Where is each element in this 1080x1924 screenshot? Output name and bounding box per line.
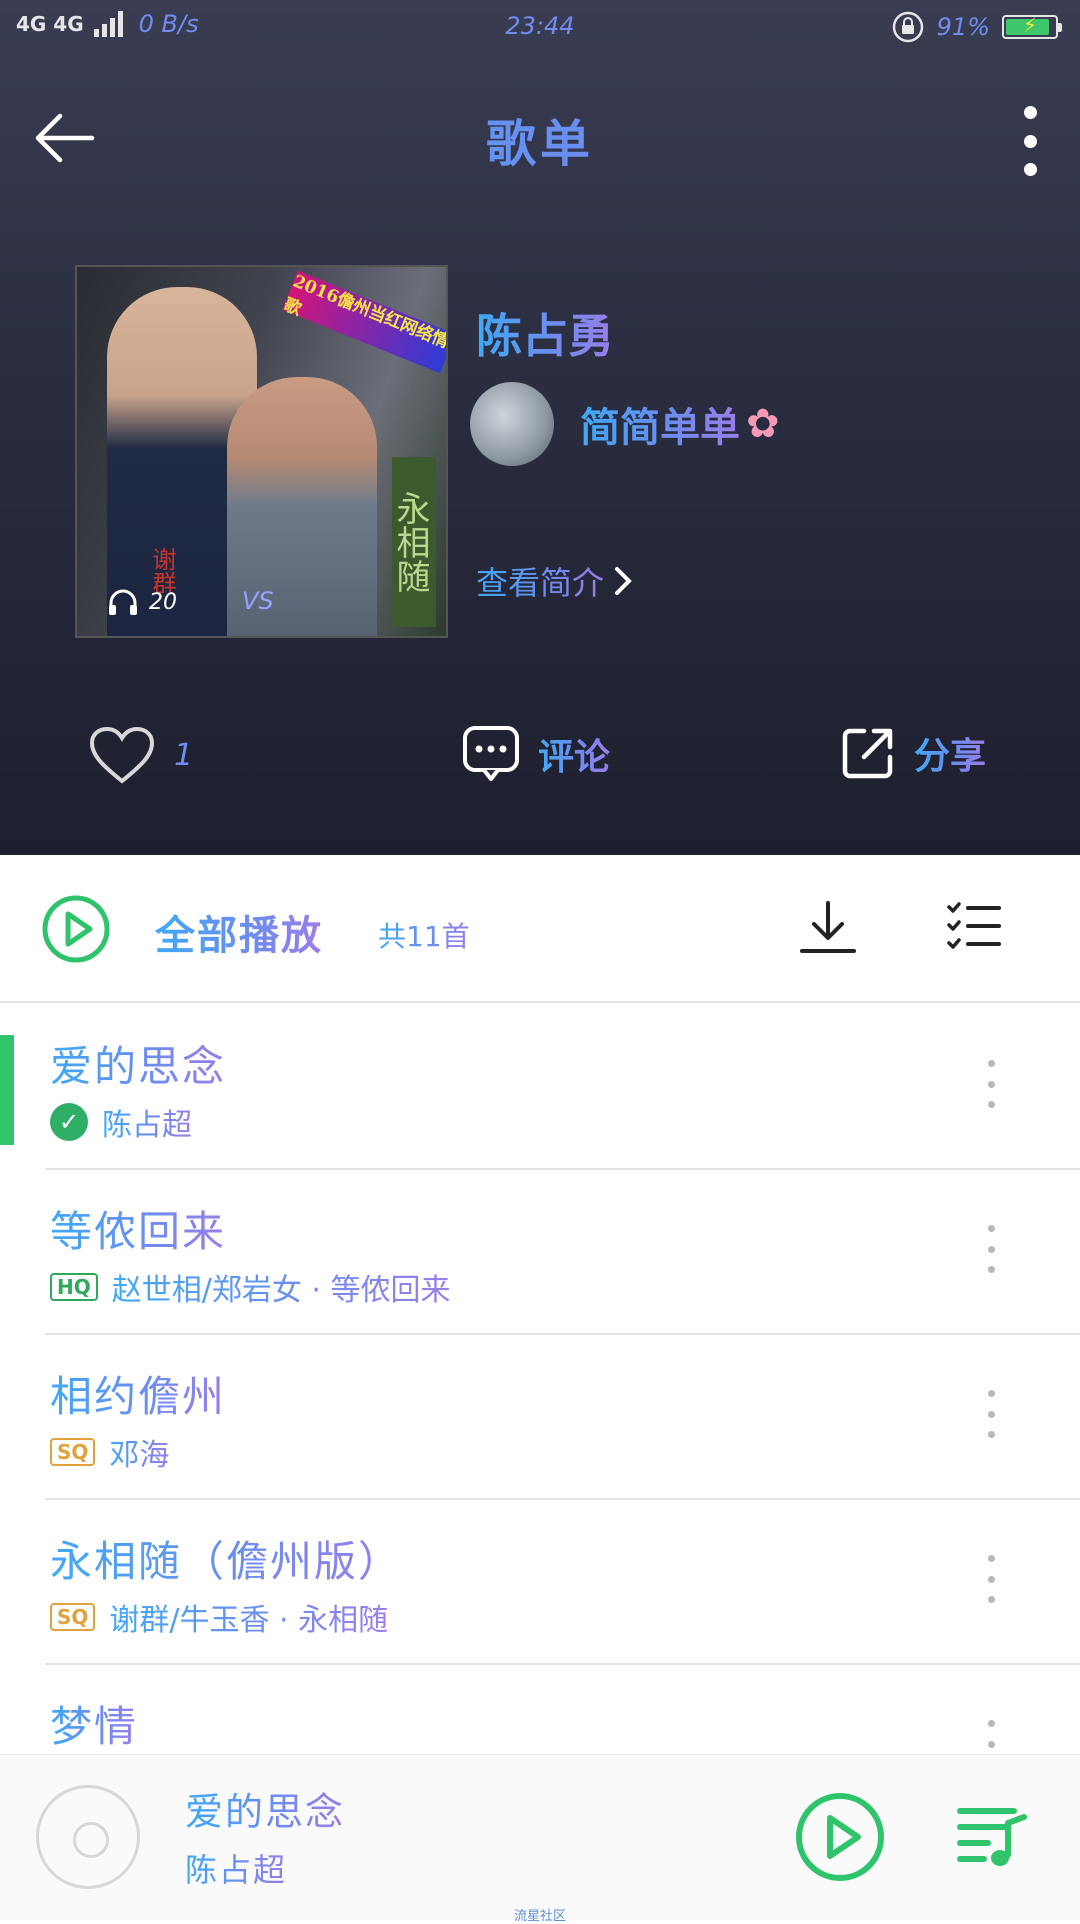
like-button[interactable]: 1	[88, 725, 193, 785]
heart-icon	[89, 726, 155, 784]
playlist-cover[interactable]: 2016儋州当红网络情歌 永相随 谢群 VS 20	[75, 265, 448, 638]
play-all-bar: 全部播放 共11首	[0, 855, 1080, 1003]
more-dot-icon	[1023, 163, 1037, 176]
comment-button[interactable]: 评论	[462, 725, 610, 783]
play-all-label[interactable]: 全部播放	[155, 903, 323, 961]
play-circle-icon	[796, 1793, 884, 1881]
cover-vertical-text: 永相随	[390, 457, 436, 627]
more-dot-icon	[987, 1596, 995, 1603]
quality-badge: SQ	[50, 1438, 96, 1466]
multi-select-button[interactable]	[946, 899, 1002, 959]
creator-avatar[interactable]	[470, 382, 554, 466]
song-artist: 谢群/牛玉香 · 永相随	[109, 1595, 388, 1639]
checklist-icon	[947, 902, 1001, 949]
downloaded-check-icon: ✓	[50, 1103, 88, 1141]
view-intro-label: 查看简介	[476, 558, 604, 604]
more-dot-icon	[987, 1555, 995, 1562]
song-subtitle-row: HQ 赵世相/郑岩女 · 等侬回来	[50, 1265, 450, 1309]
song-title: 永相随（儋州版）	[50, 1528, 402, 1589]
more-dot-icon	[1023, 106, 1037, 119]
more-dot-icon	[987, 1245, 995, 1253]
battery-icon: ⚡	[1002, 13, 1062, 39]
mini-player[interactable]: 爱的思念 陈占超 流星社区	[0, 1754, 1080, 1924]
share-label: 分享	[914, 727, 986, 779]
song-title: 梦情	[50, 1693, 138, 1754]
mini-play-button[interactable]	[794, 1791, 886, 1887]
rotation-lock-icon	[892, 11, 923, 43]
more-options-button[interactable]	[998, 106, 1062, 176]
song-row[interactable]: 爱的思念 ✓ 陈占超	[0, 1005, 1080, 1170]
more-dot-icon	[987, 1266, 995, 1273]
chevron-right-icon	[615, 567, 632, 595]
share-icon	[842, 728, 893, 779]
creator-name-wrap: 简简单单 ✿	[580, 395, 780, 453]
now-playing-title: 爱的思念	[185, 1781, 345, 1836]
comment-icon	[463, 726, 519, 781]
status-bar: 4G 4G 0 B/s 23:44 91% ⚡	[0, 0, 1080, 52]
more-dot-icon	[987, 1225, 995, 1232]
page-title: 歌单	[0, 104, 1080, 176]
song-more-button[interactable]	[985, 1555, 997, 1603]
download-button[interactable]	[798, 899, 858, 961]
charging-icon: ⚡	[1022, 13, 1038, 37]
now-playing-indicator	[0, 1035, 14, 1145]
more-dot-icon	[987, 1060, 995, 1067]
comment-label: 评论	[538, 728, 610, 780]
quality-badge: SQ	[50, 1603, 96, 1631]
watermark: 流星社区	[513, 1909, 566, 1924]
song-subtitle-row: ✓ 陈占超	[50, 1100, 192, 1144]
song-artist: 邓海	[109, 1430, 169, 1474]
more-dot-icon	[1023, 134, 1037, 148]
creator-name: 简简单单	[580, 395, 740, 453]
more-dot-icon	[987, 1390, 995, 1397]
song-row[interactable]: 永相随（儋州版） SQ 谢群/牛玉香 · 永相随	[0, 1500, 1080, 1665]
battery-percent: 91%	[936, 13, 990, 41]
song-subtitle-row: SQ 邓海	[50, 1430, 169, 1474]
play-count: 20	[107, 587, 177, 617]
song-artist: 陈占超	[102, 1100, 192, 1144]
play-count-value: 20	[149, 589, 177, 615]
playlist-name: 陈占勇	[476, 300, 614, 366]
song-title: 爱的思念	[50, 1033, 226, 1094]
more-dot-icon	[987, 1575, 995, 1583]
play-all-button[interactable]	[40, 893, 112, 969]
more-dot-icon	[987, 1740, 995, 1748]
play-circle-icon	[42, 895, 110, 963]
playlist-header: 4G 4G 0 B/s 23:44 91% ⚡ 歌单 2016儋州当红网络情歌 …	[0, 0, 1080, 855]
quality-badge: HQ	[50, 1273, 98, 1301]
now-playing-artist: 陈占超	[185, 1845, 287, 1891]
song-subtitle-row: SQ 谢群/牛玉香 · 永相随	[50, 1595, 388, 1639]
song-row[interactable]: 相约儋州 SQ 邓海	[0, 1335, 1080, 1500]
share-button[interactable]: 分享	[840, 725, 986, 781]
like-count: 1	[174, 737, 194, 773]
flower-icon: ✿	[746, 401, 780, 447]
song-more-button[interactable]	[985, 1060, 997, 1108]
more-dot-icon	[987, 1101, 995, 1108]
album-disc-icon[interactable]	[36, 1785, 140, 1889]
download-icon	[800, 901, 856, 953]
song-title: 等侬回来	[50, 1198, 226, 1259]
more-dot-icon	[987, 1080, 995, 1088]
song-more-button[interactable]	[985, 1225, 997, 1273]
cover-vs: VS	[242, 587, 274, 615]
more-dot-icon	[987, 1720, 995, 1727]
view-intro-link[interactable]: 查看简介	[476, 558, 632, 604]
headphones-icon	[109, 589, 137, 615]
playlist-queue-button[interactable]	[956, 1803, 1028, 1877]
more-dot-icon	[987, 1410, 995, 1418]
cover-banner: 2016儋州当红网络情歌	[281, 270, 446, 374]
song-more-button[interactable]	[985, 1390, 997, 1438]
song-count: 共11首	[378, 915, 470, 955]
more-dot-icon	[987, 1431, 995, 1438]
song-title: 相约儋州	[50, 1363, 226, 1424]
status-right: 91% ⚡	[891, 10, 1062, 44]
queue-music-icon	[957, 1808, 1027, 1866]
song-row[interactable]: 等侬回来 HQ 赵世相/郑岩女 · 等侬回来	[0, 1170, 1080, 1335]
creator-info[interactable]: 简简单单 ✿	[470, 382, 780, 466]
song-artist: 赵世相/郑岩女 · 等侬回来	[112, 1265, 451, 1309]
